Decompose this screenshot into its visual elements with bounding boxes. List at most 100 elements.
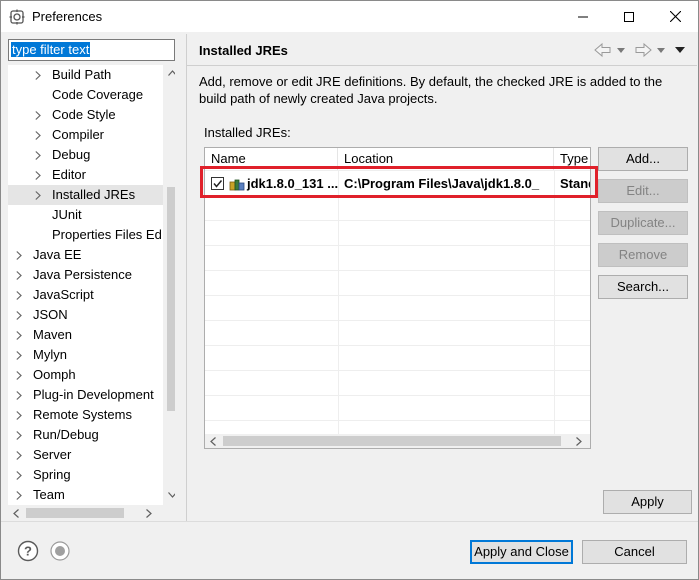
tree-item[interactable]: Debug xyxy=(8,145,158,165)
tree-item[interactable]: Spring xyxy=(8,465,158,485)
edit-button[interactable]: Edit... xyxy=(598,179,688,203)
checkmark-icon xyxy=(213,180,223,188)
tree-item[interactable]: Editor xyxy=(8,165,158,185)
scroll-up-icon[interactable] xyxy=(167,67,175,79)
tree-item[interactable]: Plug-in Development xyxy=(8,385,158,405)
tree-item-label: Code Coverage xyxy=(52,87,144,102)
expand-arrow-icon[interactable] xyxy=(33,145,43,165)
row-gridline xyxy=(205,320,590,321)
remove-button[interactable]: Remove xyxy=(598,243,688,267)
expand-arrow-icon[interactable] xyxy=(14,405,24,425)
table-row[interactable]: jdk1.8.0_131 ... xyxy=(210,174,338,194)
tree-item[interactable]: Compiler xyxy=(8,125,158,145)
add-button[interactable]: Add... xyxy=(598,147,688,171)
tree-item-label: Compiler xyxy=(52,127,105,142)
tree-item[interactable]: Installed JREs xyxy=(8,185,163,205)
tree-hscroll-thumb[interactable] xyxy=(26,508,124,518)
cancel-button[interactable]: Cancel xyxy=(582,540,687,564)
expand-arrow-icon[interactable] xyxy=(14,265,24,285)
minimize-icon xyxy=(578,16,588,17)
close-icon xyxy=(669,11,681,22)
tree-item-label: Java Persistence xyxy=(33,267,132,282)
expand-arrow-icon[interactable] xyxy=(14,285,24,305)
tree-item-label: Server xyxy=(33,447,72,462)
search-button[interactable]: Search... xyxy=(598,275,688,299)
tree-scroll-thumb[interactable] xyxy=(167,187,175,411)
row-gridline xyxy=(205,370,590,371)
tree-item[interactable]: Server xyxy=(8,445,158,465)
back-arrow-icon xyxy=(594,42,611,58)
tree-item[interactable]: JavaScript xyxy=(8,285,158,305)
apply-and-close-button[interactable]: Apply and Close xyxy=(470,540,573,564)
expand-arrow-icon[interactable] xyxy=(14,245,24,265)
expand-arrow-icon[interactable] xyxy=(14,445,24,465)
panel-divider[interactable] xyxy=(186,34,187,521)
title-separator xyxy=(187,65,697,66)
tree-item[interactable]: Run/Debug xyxy=(8,425,158,445)
preferences-window: Preferences type filter text Build Path C… xyxy=(0,0,699,580)
row-gridline xyxy=(205,270,590,271)
expand-arrow-icon[interactable] xyxy=(14,305,24,325)
tree-item[interactable]: JUnit xyxy=(8,205,158,225)
expand-arrow-icon[interactable] xyxy=(14,325,24,345)
table-hscroll-thumb[interactable] xyxy=(223,436,561,446)
close-button[interactable] xyxy=(652,1,698,32)
tree-item-label: Mylyn xyxy=(33,347,67,362)
tree-item[interactable]: Mylyn xyxy=(8,345,158,365)
scroll-right-icon[interactable] xyxy=(574,435,584,447)
expand-arrow-icon[interactable] xyxy=(14,345,24,365)
expand-arrow-icon[interactable] xyxy=(14,425,24,445)
tree-item-label: Spring xyxy=(33,467,71,482)
expand-arrow-icon[interactable] xyxy=(33,65,43,85)
table-horizontal-scrollbar[interactable] xyxy=(205,434,590,448)
page-description: Add, remove or edit JRE definitions. By … xyxy=(199,74,663,106)
minimize-button[interactable] xyxy=(560,1,606,32)
column-header-location[interactable]: Location xyxy=(338,148,554,170)
maximize-icon xyxy=(624,11,634,22)
scroll-down-icon[interactable] xyxy=(167,489,175,501)
scroll-left-icon[interactable] xyxy=(11,507,21,519)
tree-item[interactable]: Java EE xyxy=(8,245,158,265)
tree-item[interactable]: Remote Systems xyxy=(8,405,158,425)
jre-type: Stand xyxy=(560,176,590,191)
tree-item[interactable]: Team xyxy=(8,485,158,505)
expand-arrow-icon[interactable] xyxy=(14,365,24,385)
expand-arrow-icon[interactable] xyxy=(14,385,24,405)
expand-arrow-icon[interactable] xyxy=(14,465,24,485)
tree-vertical-scrollbar[interactable] xyxy=(163,65,175,505)
column-header-name[interactable]: Name xyxy=(205,148,338,170)
column-header-type[interactable]: Type xyxy=(554,148,590,170)
filter-input[interactable]: type filter text xyxy=(8,39,175,61)
row-gridline xyxy=(205,295,590,296)
tree-item[interactable]: Build Path xyxy=(8,65,158,85)
expand-arrow-icon[interactable] xyxy=(33,185,43,205)
maximize-button[interactable] xyxy=(606,1,652,32)
tree-item[interactable]: Java Persistence xyxy=(8,265,158,285)
scroll-left-icon[interactable] xyxy=(208,435,218,447)
tree-item[interactable]: Code Coverage xyxy=(8,85,158,105)
scroll-right-icon[interactable] xyxy=(144,507,154,519)
expand-arrow-icon[interactable] xyxy=(14,485,24,505)
tree-horizontal-scrollbar[interactable] xyxy=(8,505,175,521)
row-gridline xyxy=(205,170,590,171)
tree-item[interactable]: Properties Files Ed xyxy=(8,225,162,245)
tree-item[interactable]: Oomph xyxy=(8,365,158,385)
footer-separator xyxy=(1,521,698,522)
jre-table[interactable]: Name Location Type jdk1.8.0_131 ... C:\P… xyxy=(204,147,591,449)
tree-item[interactable]: Maven xyxy=(8,325,158,345)
back-menu-chevron-icon xyxy=(617,48,625,53)
duplicate-button[interactable]: Duplicate... xyxy=(598,211,688,235)
preference-tree[interactable]: Build Path Code Coverage Code Style Compile… xyxy=(8,65,175,521)
tree-item-label: Installed JREs xyxy=(52,187,136,202)
tree-item-label: JavaScript xyxy=(33,287,94,302)
tree-item[interactable]: Code Style xyxy=(8,105,158,125)
expand-arrow-icon[interactable] xyxy=(33,165,43,185)
help-icon[interactable]: ? xyxy=(17,540,39,562)
oomph-record-icon[interactable] xyxy=(49,540,71,562)
expand-arrow-icon[interactable] xyxy=(33,125,43,145)
expand-arrow-icon[interactable] xyxy=(33,105,43,125)
apply-button[interactable]: Apply xyxy=(603,490,692,514)
jre-checkbox[interactable] xyxy=(211,177,224,190)
tree-item[interactable]: JSON xyxy=(8,305,158,325)
svg-text:?: ? xyxy=(24,544,32,559)
